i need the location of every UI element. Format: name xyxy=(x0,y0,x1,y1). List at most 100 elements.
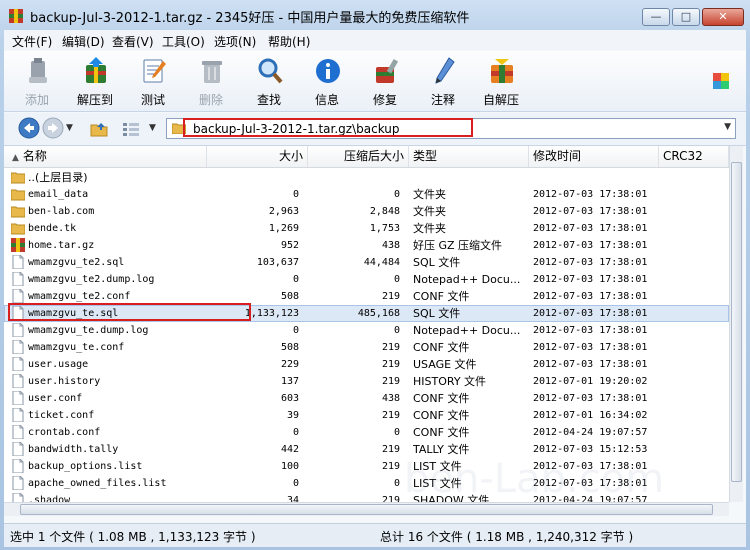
file-icon xyxy=(11,475,25,491)
test-label: 测试 xyxy=(140,93,165,107)
file-size: 137 xyxy=(280,376,299,387)
file-size: 0 xyxy=(292,189,299,200)
repair-icon xyxy=(376,58,399,83)
menu-view[interactable]: 查看(V) xyxy=(112,33,154,50)
file-row[interactable]: wmamzgvu_te.dump.log 0 0 Notepad++ Docu... 2… xyxy=(4,322,729,339)
file-row[interactable]: email_data 0 0 文件夹 2012-07-03 17:38:01 xyxy=(4,186,729,203)
file-size: 103,637 xyxy=(256,257,299,268)
file-modified: 2012-07-03 15:12:53 xyxy=(533,444,648,455)
file-name: ..(上层目录) xyxy=(28,171,88,184)
file-size: 1,269 xyxy=(268,223,299,234)
file-row[interactable]: ticket.conf 39 219 CONF 文件 2012-07-01 16:34:… xyxy=(4,407,729,424)
comment-button[interactable]: 注释 xyxy=(414,55,472,109)
forward-dropdown-icon[interactable]: ▼ xyxy=(66,123,73,133)
delete-button[interactable]: 删除 xyxy=(182,55,240,109)
view-dropdown-icon[interactable]: ▼ xyxy=(149,123,156,133)
maximize-button[interactable]: □ xyxy=(672,8,700,26)
file-name: wmamzgvu_te.conf xyxy=(28,342,125,353)
sort-arrow-icon: ▲ xyxy=(12,153,19,163)
file-row[interactable]: wmamzgvu_te.conf 508 219 CONF 文件 2012-07-03 … xyxy=(4,339,729,356)
close-button[interactable]: ✕ xyxy=(702,8,744,26)
file-type: USAGE 文件 xyxy=(413,358,477,371)
file-modified: 2012-07-03 17:38:01 xyxy=(533,257,648,268)
file-row[interactable]: wmamzgvu_te2.dump.log 0 0 Notepad++ Docu...… xyxy=(4,271,729,288)
file-row[interactable]: user.conf 603 438 CONF 文件 2012-07-03 17:38:0… xyxy=(4,390,729,407)
file-icon xyxy=(11,373,25,389)
column-name[interactable]: ▲ 名称 xyxy=(4,146,207,167)
file-list[interactable]: ▲ 名称 大小 压缩后大小 类型 修改时间 CRC32 ..(上层目录) email… xyxy=(4,146,729,502)
file-compressed-size: 219 xyxy=(381,376,400,387)
file-name: email_data xyxy=(28,189,89,200)
find-button[interactable]: 查找 xyxy=(240,55,298,109)
file-modified: 2012-07-03 17:38:01 xyxy=(533,342,648,353)
comment-label: 注释 xyxy=(430,93,455,107)
file-name: ticket.conf xyxy=(28,410,95,421)
folder-icon xyxy=(10,204,26,218)
file-compressed-size: 0 xyxy=(393,325,400,336)
folder-up-icon[interactable] xyxy=(90,121,108,137)
info-button[interactable]: 信息 xyxy=(298,55,356,109)
file-compressed-size: 219 xyxy=(381,359,400,370)
file-row[interactable]: home.tar.gz 952 438 好压 GZ 压缩文件 2012-07-03 17… xyxy=(4,237,729,254)
file-row[interactable]: ben-lab.com 2,963 2,848 文件夹 2012-07-03 17:38… xyxy=(4,203,729,220)
title-bar[interactable]: backup-Jul-3-2012-1.tar.gz - 2345好压 - 中国… xyxy=(0,0,750,30)
folder-icon xyxy=(10,187,26,201)
sfx-button[interactable]: 自解压 xyxy=(472,55,530,109)
horizontal-scroll-thumb[interactable] xyxy=(20,504,713,515)
file-row[interactable]: wmamzgvu_te2.sql 103,637 44,484 SQL 文件 2012-… xyxy=(4,254,729,271)
file-type: Notepad++ Docu... xyxy=(413,324,521,337)
view-mode-icon[interactable] xyxy=(122,122,140,136)
test-icon xyxy=(143,59,166,83)
column-compressed[interactable]: 压缩后大小 xyxy=(308,146,409,167)
file-row[interactable]: user.usage 229 219 USAGE 文件 2012-07-03 17:38… xyxy=(4,356,729,373)
horizontal-scrollbar[interactable] xyxy=(4,502,729,516)
menu-edit[interactable]: 编辑(D) xyxy=(62,33,105,50)
repair-button[interactable]: 修复 xyxy=(356,55,414,109)
file-size xyxy=(207,170,299,185)
menu-options[interactable]: 选项(N) xyxy=(214,33,256,50)
minimize-button[interactable]: — xyxy=(642,8,670,26)
file-row[interactable]: bende.tk 1,269 1,753 文件夹 2012-07-03 17:38:01 xyxy=(4,220,729,237)
forward-icon[interactable] xyxy=(42,117,64,139)
column-size[interactable]: 大小 xyxy=(207,146,308,167)
vertical-scroll-thumb[interactable] xyxy=(731,162,742,482)
file-compressed-size: 219 xyxy=(381,342,400,353)
menu-file[interactable]: 文件(F) xyxy=(12,33,52,50)
file-row[interactable]: user.history 137 219 HISTORY 文件 2012-07-01 1… xyxy=(4,373,729,390)
test-button[interactable]: 测试 xyxy=(124,55,182,109)
status-selected: 选中 1 个文件 ( 1.08 MB , 1,133,123 字节 ) xyxy=(10,530,256,544)
file-type: CONF 文件 xyxy=(413,392,470,405)
file-size: 603 xyxy=(280,393,299,404)
column-header: ▲ 名称 大小 压缩后大小 类型 修改时间 CRC32 xyxy=(4,146,729,168)
file-name: user.usage xyxy=(28,359,89,370)
address-dropdown-icon[interactable]: ▼ xyxy=(724,122,731,132)
status-total: 总计 16 个文件 ( 1.18 MB , 1,240,312 字节 ) xyxy=(380,530,634,544)
back-icon[interactable] xyxy=(18,117,40,139)
column-modified[interactable]: 修改时间 xyxy=(529,146,659,167)
file-modified: 2012-07-03 17:38:01 xyxy=(533,223,648,234)
menu-tools[interactable]: 工具(O) xyxy=(162,33,205,50)
file-size: 952 xyxy=(280,240,299,251)
file-size: 0 xyxy=(292,325,299,336)
file-row[interactable]: ..(上层目录) xyxy=(4,169,729,186)
extract-to-button[interactable]: 解压到 xyxy=(66,55,124,109)
address-highlight-box xyxy=(183,118,473,137)
file-compressed-size: 1,753 xyxy=(369,223,400,234)
file-icon xyxy=(11,271,25,287)
file-name: user.history xyxy=(28,376,101,387)
file-modified: 2012-04-24 19:07:57 xyxy=(533,427,648,438)
file-icon xyxy=(11,356,25,372)
file-name: bandwidth.tally xyxy=(28,444,119,455)
add-button[interactable]: 添加 xyxy=(8,55,66,109)
file-name: apache_owned_files.list xyxy=(28,478,167,489)
file-row[interactable]: crontab.conf 0 0 CONF 文件 2012-04-24 19:07:57 xyxy=(4,424,729,441)
add-label: 添加 xyxy=(24,93,49,107)
file-name: home.tar.gz xyxy=(28,240,95,251)
skin-icon[interactable] xyxy=(713,73,729,89)
file-icon xyxy=(11,458,25,474)
vertical-scrollbar[interactable] xyxy=(729,146,743,502)
file-modified xyxy=(533,170,658,185)
column-type[interactable]: 类型 xyxy=(409,146,529,167)
menu-help[interactable]: 帮助(H) xyxy=(268,33,310,50)
column-crc[interactable]: CRC32 xyxy=(659,146,729,167)
